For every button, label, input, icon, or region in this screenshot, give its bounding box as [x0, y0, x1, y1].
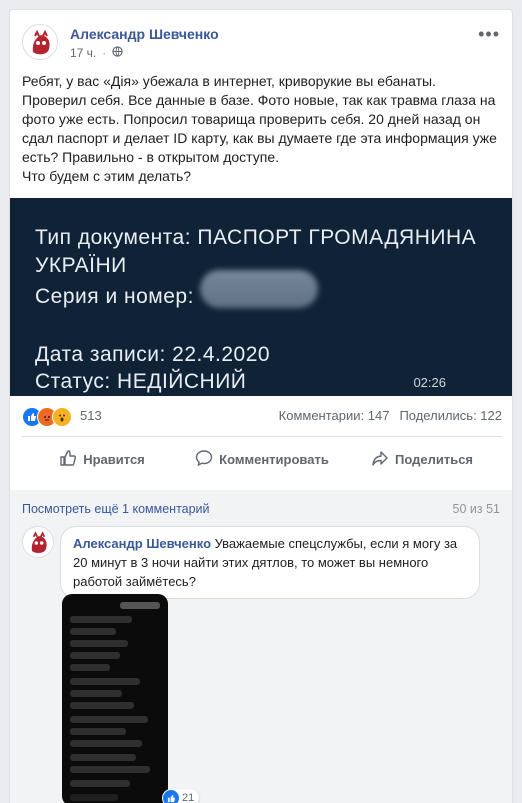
video-record-date: Дата записи: 22.4.2020 [35, 343, 271, 366]
more-options-icon[interactable]: ••• [478, 24, 500, 45]
divider [22, 436, 502, 437]
post-text-paragraph: Проверил себя. Все данные в базе. Фото н… [22, 92, 497, 165]
share-button-label: Поделиться [394, 451, 474, 467]
post-actions: Нравится Комментировать Поделиться [22, 443, 502, 475]
video-serial-label: Серия и номер: [35, 285, 194, 308]
comments-pager-count: 50 из 51 [452, 502, 500, 516]
video-duration: 02:26 [413, 375, 446, 390]
like-reaction-icon [163, 790, 179, 803]
post-author-name[interactable]: Александр Шевченко [70, 26, 219, 42]
comment-button[interactable]: Комментировать [182, 443, 342, 475]
comment-like-badge[interactable]: 21 [162, 789, 200, 803]
video-status: Статус: НЕДІЙСНИЙ [35, 370, 247, 393]
reactions-count[interactable]: 513 [80, 408, 102, 423]
like-button-label: Нравится [83, 451, 145, 467]
share-button[interactable]: Поделиться [342, 443, 502, 475]
reaction-icons[interactable] [22, 407, 72, 427]
view-more-comments-link[interactable]: Посмотреть ещё 1 комментарий [22, 502, 210, 516]
post-text: Ребят, у вас «Дія» убежала в интернет, к… [22, 72, 506, 186]
post-text-line: Что будем с этим делать? [22, 168, 192, 184]
post-card: Александр Шевченко 17 ч. · ••• Ребят, у … [9, 9, 513, 803]
thumbs-up-icon [59, 449, 77, 470]
post-meta: 17 ч. · [70, 46, 123, 60]
comment-bubble: Александр Шевченко Уважаемые спецслужбы,… [60, 526, 480, 599]
post-time[interactable]: 17 ч. [70, 46, 96, 60]
video-player[interactable]: Тип документа: ПАСПОРТ ГРОМАДЯНИНА УКРАЇ… [10, 198, 512, 396]
comments-count[interactable]: Комментарии: 147 [279, 408, 390, 423]
video-doc-type-cont: УКРАЇНИ [35, 254, 127, 277]
author-avatar[interactable] [22, 24, 58, 60]
comment-icon [195, 449, 213, 470]
shares-count[interactable]: Поделились: 122 [399, 408, 502, 423]
post-text-line: Ребят, у вас «Дія» убежала в интернет, к… [22, 73, 436, 89]
comment-author-name[interactable]: Александр Шевченко [73, 536, 211, 551]
comments-section: Посмотреть ещё 1 комментарий 50 из 51 Ал… [10, 490, 512, 803]
globe-icon[interactable] [112, 46, 123, 60]
share-icon [371, 449, 389, 470]
video-doc-type: Тип документа: ПАСПОРТ ГРОМАДЯНИНА [35, 226, 477, 249]
comment-screenshot-image[interactable] [62, 594, 168, 803]
wow-reaction-icon [52, 407, 72, 427]
post-stats: 513 Комментарии: 147 Поделились: 122 [22, 407, 502, 427]
like-button[interactable]: Нравится [22, 443, 182, 475]
blurred-serial-number [200, 270, 318, 308]
commenter-avatar[interactable] [22, 526, 54, 558]
comment-like-count: 21 [182, 792, 195, 803]
comment-button-label: Комментировать [219, 451, 329, 467]
